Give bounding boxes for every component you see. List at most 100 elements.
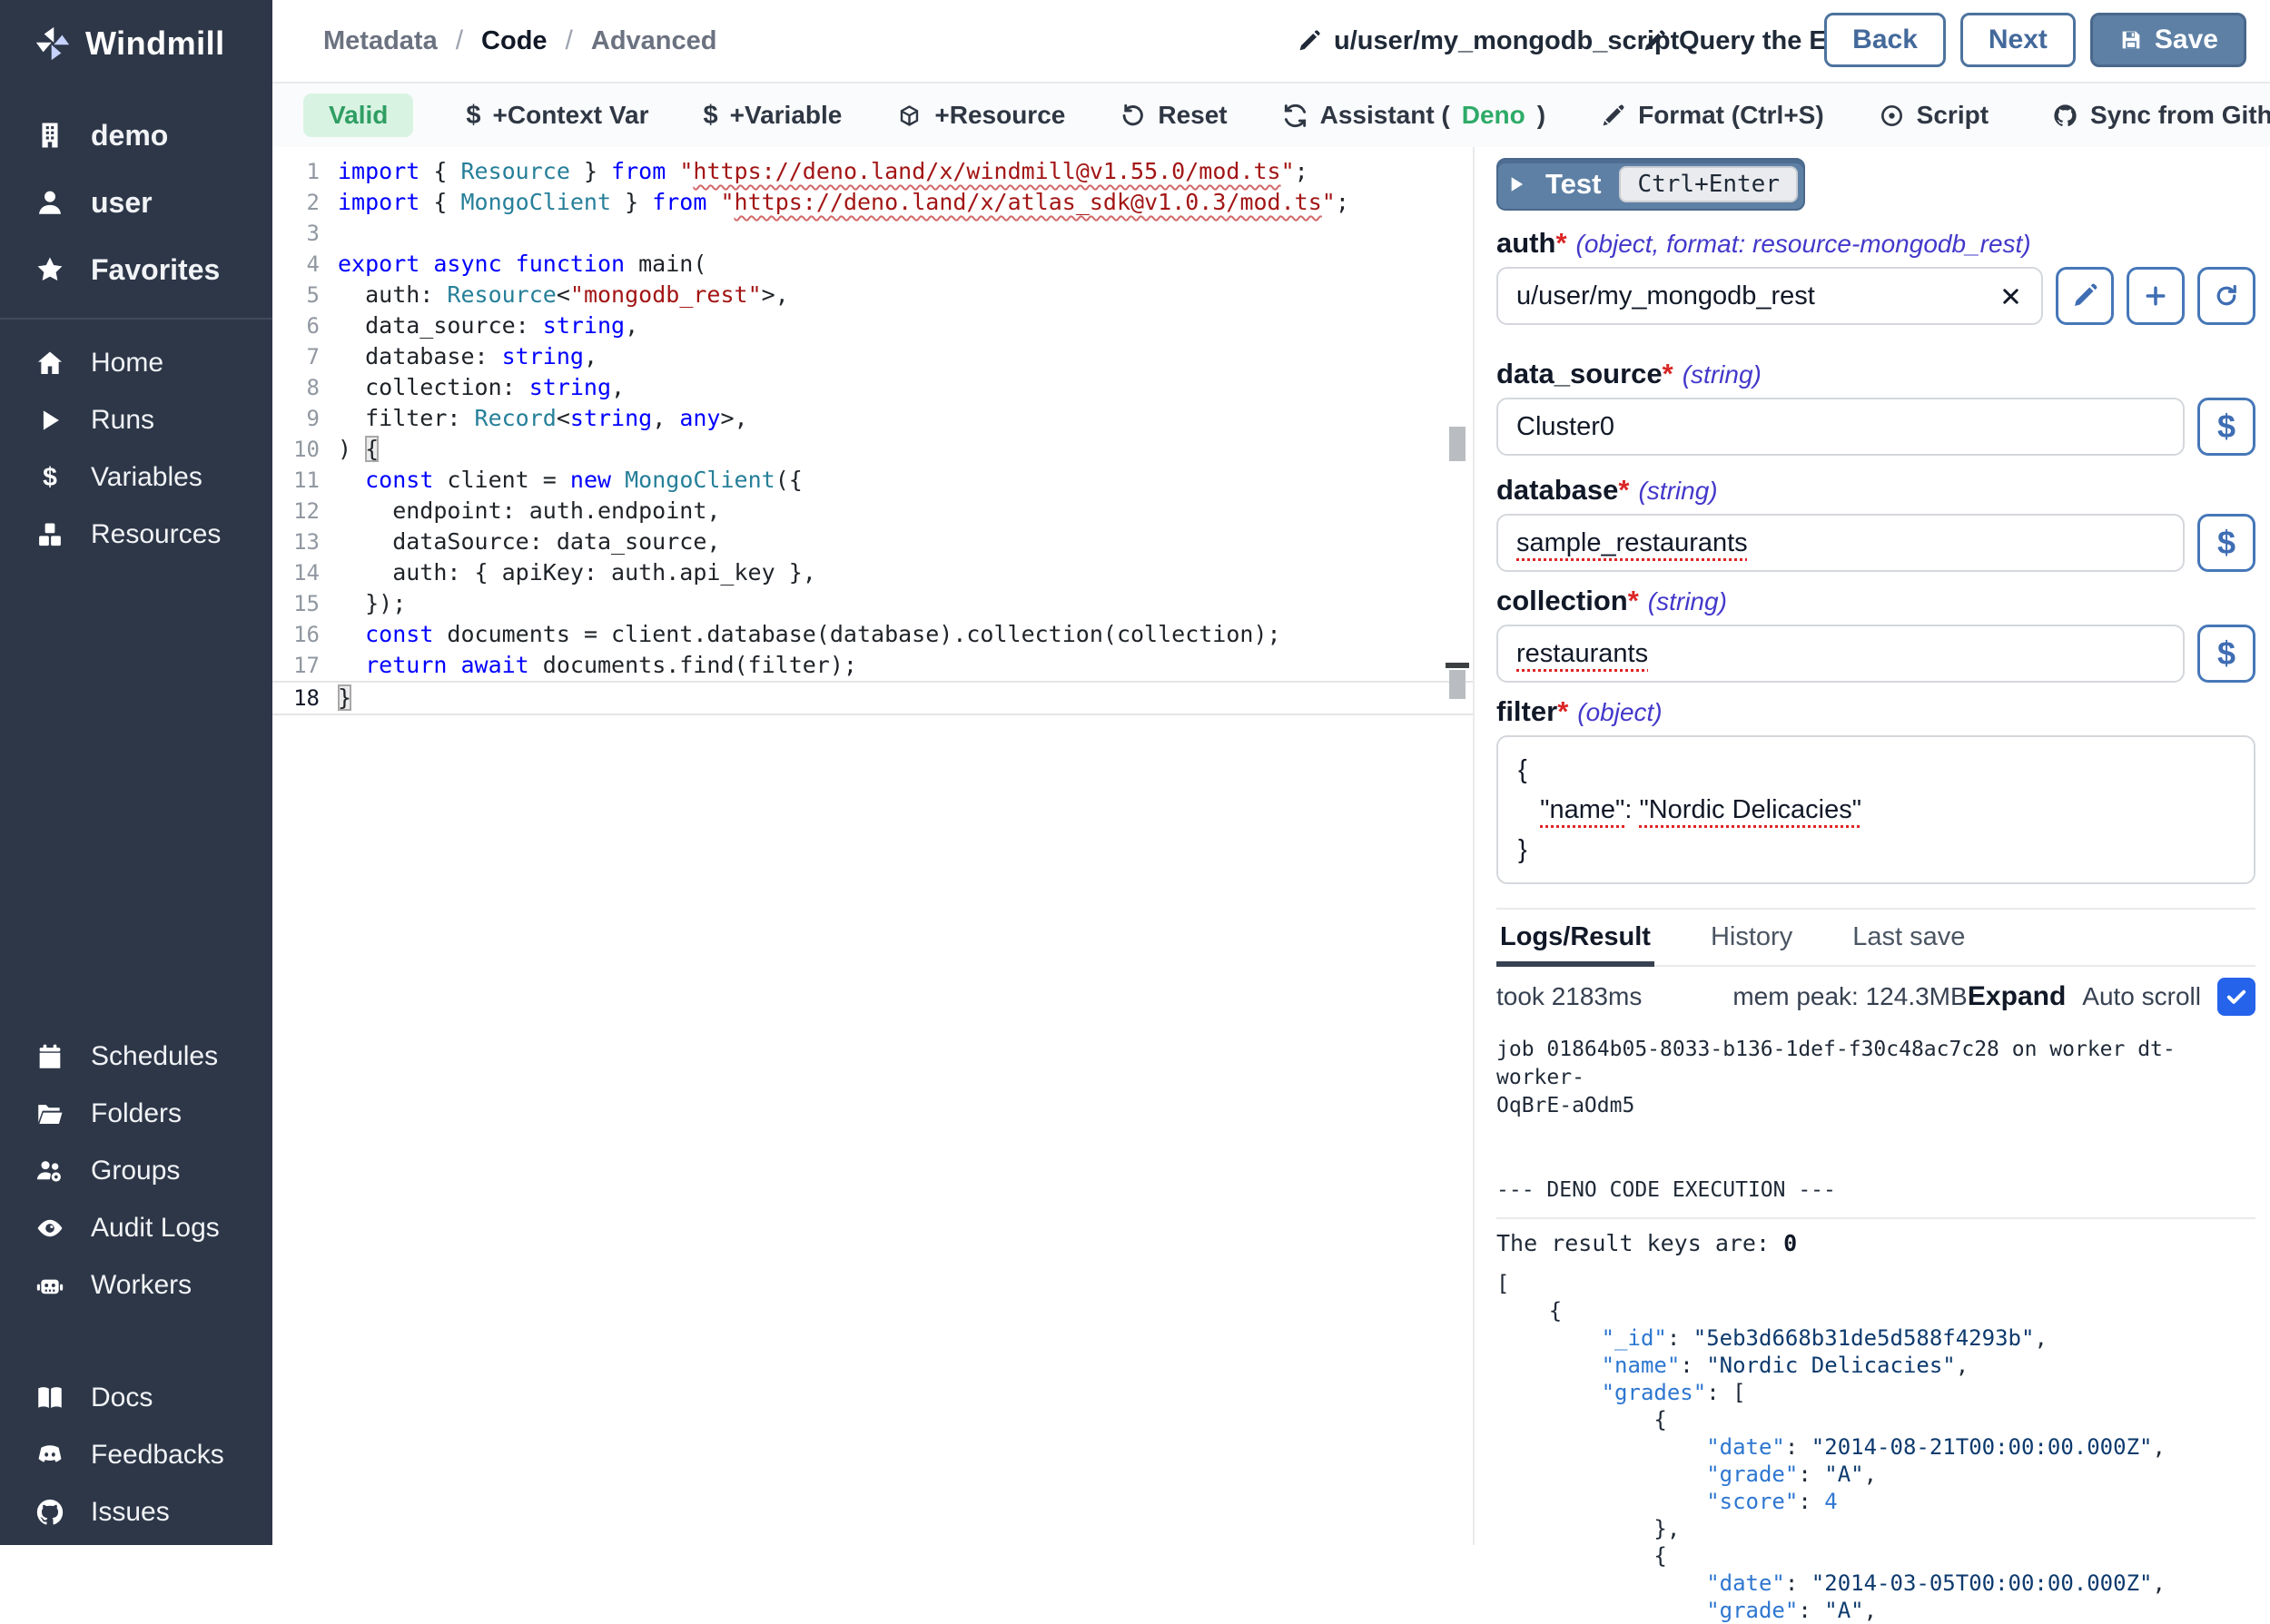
add-context-var-button[interactable]: $ +Context Var	[439, 101, 676, 131]
breadcrumb-code[interactable]: Code	[481, 26, 548, 56]
code-line[interactable]: 10) {	[272, 434, 1473, 465]
test-button[interactable]: Test Ctrl+Enter	[1496, 158, 1805, 211]
add-resource-button[interactable]: +Resource	[869, 101, 1092, 130]
log-line: job 01864b05-8033-b136-1def-f30c48ac7c28…	[1496, 1036, 2255, 1092]
tab-history[interactable]: History	[1707, 910, 1796, 965]
code-line[interactable]: 7 database: string,	[272, 341, 1473, 372]
sidebar-item-groups[interactable]: Groups	[0, 1142, 272, 1199]
refresh-resource-button[interactable]	[2197, 267, 2255, 325]
sidebar-item-docs[interactable]: Docs	[0, 1369, 272, 1426]
line-number: 13	[272, 527, 320, 557]
code-line[interactable]: 6 data_source: string,	[272, 310, 1473, 341]
data-source-input[interactable]: Cluster0	[1496, 398, 2185, 456]
sidebar-item-schedules[interactable]: Schedules	[0, 1028, 272, 1085]
tab-last-save[interactable]: Last save	[1849, 910, 1969, 965]
edit-resource-button[interactable]	[2056, 267, 2114, 325]
editor-scrollbar-thumb[interactable]	[1449, 427, 1466, 461]
dollar-icon: $	[2217, 524, 2235, 562]
code-line[interactable]: 1import { Resource } from "https://deno.…	[272, 156, 1473, 187]
sidebar: Windmill demouserFavorites Home Runs $Vari…	[0, 0, 272, 1545]
breadcrumb-metadata[interactable]: Metadata	[323, 26, 438, 56]
windmill-logo[interactable]: Windmill	[0, 0, 272, 64]
code-line[interactable]: 8 collection: string,	[272, 372, 1473, 403]
expand-button[interactable]: Expand	[1968, 981, 2066, 1012]
filter-field-meta: (object)	[1577, 698, 1662, 727]
add-variable-button[interactable]: $ +Variable	[676, 101, 869, 131]
tab-logs-result[interactable]: Logs/Result	[1496, 910, 1654, 967]
sidebar-item-label: Home	[91, 348, 163, 379]
filter-json-line: "name": "Nordic Delicacies"	[1518, 790, 2234, 830]
sidebar-nav-group: Home Runs $VariablesResources	[0, 334, 272, 563]
next-button[interactable]: Next	[1960, 13, 2076, 67]
pencil-icon	[1297, 29, 1321, 54]
sidebar-item-user[interactable]: user	[0, 169, 272, 236]
sidebar-item-folders[interactable]: Folders	[0, 1085, 272, 1142]
insert-variable-button[interactable]: $	[2197, 514, 2255, 572]
dollar-icon: $	[703, 101, 717, 131]
insert-variable-button[interactable]: $	[2197, 625, 2255, 683]
breadcrumb-advanced[interactable]: Advanced	[591, 26, 717, 56]
sidebar-item-variables[interactable]: $Variables	[0, 448, 272, 506]
code-line[interactable]: 2import { MongoClient } from "https://de…	[272, 187, 1473, 218]
add-resource-quick-button[interactable]	[2127, 267, 2185, 325]
line-number: 6	[272, 310, 320, 341]
format-button[interactable]: Format (Ctrl+S)	[1573, 101, 1851, 130]
result-line: "name": "Nordic Delicacies",	[1496, 1352, 2255, 1379]
code-line[interactable]: 9 filter: Record<string, any>,	[272, 403, 1473, 434]
code-line[interactable]: 5 auth: Resource<"mongodb_rest">,	[272, 280, 1473, 310]
auth-resource-input[interactable]: u/user/my_mongodb_rest	[1496, 267, 2043, 325]
script-path[interactable]: u/user/my_mongodb_script	[1297, 0, 1679, 82]
sidebar-item-audit-logs[interactable]: Audit Logs	[0, 1199, 272, 1256]
code-editor[interactable]: 1import { Resource } from "https://deno.…	[272, 147, 1473, 1545]
code-line[interactable]: 15 });	[272, 588, 1473, 619]
clear-icon[interactable]	[1999, 284, 2023, 309]
sidebar-item-runs[interactable]: Runs	[0, 391, 272, 448]
code-line[interactable]: 17 return await documents.find(filter);	[272, 650, 1473, 681]
code-line[interactable]: 4export async function main(	[272, 249, 1473, 280]
sync-github-button[interactable]: Sync from Github	[2025, 101, 2270, 130]
test-label: Test	[1545, 168, 1601, 201]
took-duration: took 2183ms	[1496, 982, 1642, 1011]
sidebar-item-issues[interactable]: Issues	[0, 1483, 272, 1540]
code-line[interactable]: 11 const client = new MongoClient({	[272, 465, 1473, 496]
breadcrumb-separator: /	[456, 25, 463, 56]
database-input[interactable]: sample_restaurants	[1496, 514, 2185, 572]
result-line: "date": "2014-08-21T00:00:00.000Z",	[1496, 1433, 2255, 1461]
editor-scrollbar-thumb[interactable]	[1449, 670, 1466, 699]
code-line[interactable]: 12 endpoint: auth.endpoint,	[272, 496, 1473, 527]
filter-json-input[interactable]: { "name": "Nordic Delicacies"}	[1496, 735, 2255, 884]
sidebar-item-home[interactable]: Home	[0, 334, 272, 391]
code-line[interactable]: 14 auth: { apiKey: auth.api_key },	[272, 557, 1473, 588]
code-line[interactable]: 16 const documents = client.database(dat…	[272, 619, 1473, 650]
sidebar-item-feedbacks[interactable]: Feedbacks	[0, 1426, 272, 1483]
code-line[interactable]: 13 dataSource: data_source,	[272, 527, 1473, 557]
insert-variable-button[interactable]: $	[2197, 398, 2255, 456]
sidebar-item-workers[interactable]: Workers	[0, 1256, 272, 1314]
sidebar-item-label: Workers	[91, 1270, 192, 1301]
collection-value: restaurants	[1516, 639, 1648, 669]
logo-text: Windmill	[85, 25, 225, 63]
script-kind-button[interactable]: Script	[1851, 101, 2016, 130]
code-line[interactable]: 18}	[272, 681, 1473, 715]
database-field-row: sample_restaurants $	[1496, 514, 2255, 572]
data-source-field-label: data_source* (string)	[1496, 358, 2255, 390]
sidebar-item-resources[interactable]: Resources	[0, 506, 272, 563]
sidebar-item-favorites[interactable]: Favorites	[0, 236, 272, 303]
back-button[interactable]: Back	[1824, 13, 1946, 67]
breadcrumb-separator: /	[566, 25, 573, 56]
target-icon	[1879, 103, 1905, 129]
reset-button[interactable]: Reset	[1092, 101, 1254, 130]
result-tabs: Logs/Result History Last save	[1496, 908, 2255, 967]
collection-input[interactable]: restaurants	[1496, 625, 2185, 683]
code-line[interactable]: 3	[272, 218, 1473, 249]
assistant-button[interactable]: Assistant (Deno)	[1255, 101, 1573, 130]
sidebar-item-demo[interactable]: demo	[0, 102, 272, 169]
sidebar-footer-group: DocsFeedbacksIssues	[0, 1369, 272, 1540]
line-number: 10	[272, 434, 320, 465]
sidebar-item-label: Runs	[91, 405, 154, 436]
toolbar: Valid $ +Context Var $ +Variable +Resour…	[272, 84, 2270, 149]
save-button[interactable]: Save	[2090, 13, 2246, 67]
result-line: {	[1496, 1297, 2255, 1324]
autoscroll-checkbox[interactable]	[2217, 978, 2255, 1016]
line-number: 5	[272, 280, 320, 310]
